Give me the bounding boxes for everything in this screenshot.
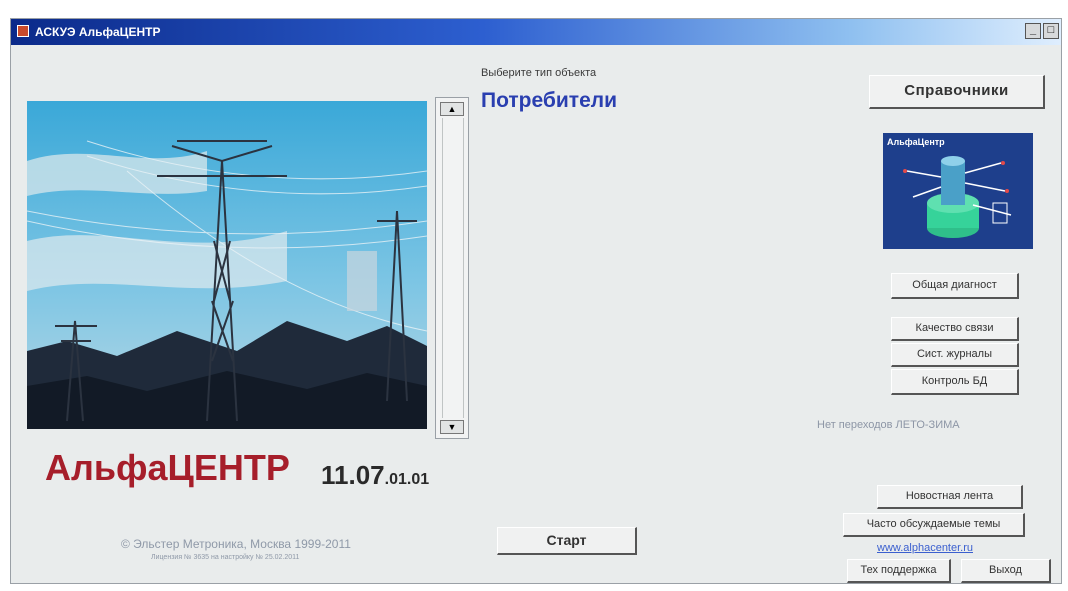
object-type-label: Выберите тип объекта xyxy=(481,67,597,79)
title-bar[interactable]: АСКУЭ АльфаЦЕНТР _ □ xyxy=(11,19,1061,45)
version-minor: .01.01 xyxy=(384,471,430,488)
maximize-button[interactable]: □ xyxy=(1043,23,1059,39)
minimize-button[interactable]: _ xyxy=(1025,23,1041,39)
link-quality-button[interactable]: Качество связи xyxy=(891,317,1019,341)
website-link[interactable]: www.alphacenter.ru xyxy=(877,542,973,554)
product-version: 11.07.01.01 xyxy=(321,460,429,491)
power-lines-photo xyxy=(27,101,427,429)
copyright-text: © Эльстер Метроника, Москва 1999-2011 xyxy=(121,537,351,551)
object-type-scrollbar[interactable]: ▲ ▼ xyxy=(435,97,469,439)
app-icon xyxy=(17,25,29,37)
version-major: 11.07 xyxy=(321,460,385,490)
faq-button[interactable]: Часто обсуждаемые темы xyxy=(843,513,1025,537)
references-button[interactable]: Справочники xyxy=(869,75,1045,109)
preview-image[interactable]: АльфаЦентр xyxy=(883,133,1033,249)
object-type-selected[interactable]: Потребители xyxy=(481,89,617,113)
app-window: АСКУЭ АльфаЦЕНТР _ □ ▲ ▼ Выберите тип об… xyxy=(10,18,1062,584)
system-logs-button[interactable]: Сист. журналы xyxy=(891,343,1019,367)
scroll-up-button[interactable]: ▲ xyxy=(440,102,464,116)
general-diagnostics-button[interactable]: Общая диагност xyxy=(891,273,1019,299)
start-button[interactable]: Старт xyxy=(497,527,637,555)
dst-status: Нет переходов ЛЕТО-ЗИМА xyxy=(817,419,960,431)
news-feed-button[interactable]: Новостная лента xyxy=(877,485,1023,509)
window-title: АСКУЭ АльфаЦЕНТР xyxy=(35,25,161,39)
license-note: Лицензия № 3635 на настройку № 25.02.201… xyxy=(151,554,300,561)
preview-title: АльфаЦентр xyxy=(887,137,945,147)
tech-support-button[interactable]: Тех поддержка xyxy=(847,559,951,583)
scroll-down-button[interactable]: ▼ xyxy=(440,420,464,434)
db-control-button[interactable]: Контроль БД xyxy=(891,369,1019,395)
exit-button[interactable]: Выход xyxy=(961,559,1051,583)
scroll-track[interactable] xyxy=(442,118,464,418)
product-name: АльфаЦЕНТР xyxy=(45,447,290,488)
